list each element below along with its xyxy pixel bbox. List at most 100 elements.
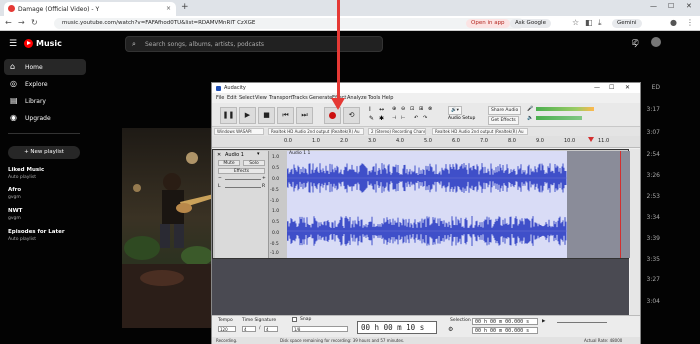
time-signature-denominator[interactable]: 4 (264, 326, 278, 332)
selection-settings-icon[interactable]: ⚙ (448, 326, 453, 333)
search-input[interactable]: ⌕ Search songs, albums, artists, podcast… (125, 36, 383, 52)
skip-end-button[interactable]: ⏭ (296, 107, 313, 124)
gain-slider[interactable] (225, 179, 261, 180)
forward-icon[interactable]: → (18, 18, 25, 27)
silence-icon[interactable]: ⊢ (401, 115, 405, 121)
loop-button[interactable]: ⟲ (343, 107, 360, 124)
url-field[interactable]: music.youtube.com/watch?v=FAFAfhod0TU&li… (54, 18, 524, 29)
stop-button[interactable]: ■ (258, 107, 275, 124)
open-in-app-chip[interactable]: Open in app (466, 19, 510, 28)
sidebar-item-upgrade[interactable]: ◉ Upgrade (4, 110, 86, 126)
new-playlist-button[interactable]: + New playlist (8, 146, 80, 159)
time-display[interactable]: 00 h 00 m 10 s (357, 321, 437, 334)
recording-device-select[interactable]: Realtek HD Audio 2nd output (Realtek(R) … (268, 128, 364, 135)
menu-view[interactable]: View (255, 95, 267, 101)
fit-project-icon[interactable]: ⊞ (419, 106, 423, 112)
extension-icon[interactable]: ◧ (585, 18, 593, 27)
avatar[interactable] (651, 37, 661, 47)
share-audio-button[interactable]: Share Audio (488, 106, 522, 115)
playlist-title[interactable]: Liked Music (8, 167, 44, 173)
playlist-title[interactable]: Episodes for Later (8, 229, 65, 235)
zoom-in-icon[interactable]: ⊕ (392, 106, 396, 112)
menu-file[interactable]: File (216, 95, 224, 101)
play-at-speed-icon[interactable]: ▶ (542, 319, 545, 324)
undo-icon[interactable]: ↶ (414, 115, 418, 121)
menu-select[interactable]: Select (239, 95, 254, 101)
youtube-music-logo-icon[interactable] (24, 39, 33, 48)
audio-host-select[interactable]: Windows WASAPI (214, 128, 264, 135)
playhead-icon[interactable] (588, 137, 594, 142)
effects-button[interactable]: Effects (218, 168, 265, 174)
ask-google-chip[interactable]: Ask Google (510, 19, 551, 28)
track-empty-area[interactable] (212, 259, 629, 315)
snap-checkbox[interactable] (292, 317, 297, 322)
playlist-title[interactable]: Afro (8, 187, 21, 193)
menu-tools[interactable]: Tools (368, 95, 380, 101)
play-speed-slider[interactable] (557, 322, 607, 323)
tempo-input[interactable]: 120 (218, 326, 236, 332)
waveform-area[interactable]: Audio 1 1 (286, 151, 630, 258)
minimize-icon[interactable]: — (594, 84, 600, 91)
pause-button[interactable]: ❚❚ (220, 107, 237, 124)
star-icon[interactable]: ☆ (572, 18, 579, 27)
time-signature-numerator[interactable]: 4 (242, 326, 256, 332)
menu-dots-icon[interactable]: ⋮ (686, 18, 694, 27)
new-tab-button[interactable]: + (181, 2, 189, 12)
brand-name[interactable]: Music (36, 39, 62, 48)
back-icon[interactable]: ← (5, 18, 12, 27)
envelope-tool-icon[interactable]: ↔ (379, 106, 384, 113)
trim-icon[interactable]: ⊣ (392, 115, 396, 121)
playback-device-select[interactable]: Realtek HD Audio 2nd output (Realtek(R) … (432, 128, 528, 135)
profile-icon[interactable]: ● (670, 18, 677, 27)
track-close-icon[interactable]: ✕ (217, 152, 221, 158)
download-icon[interactable]: ⤓ (598, 18, 602, 28)
audio-setup-button[interactable]: 🔊▾ (448, 106, 462, 115)
selection-start[interactable]: 00 h 00 m 00.000 s (472, 318, 538, 325)
selection-tool-icon[interactable]: I (369, 106, 371, 113)
playlist-title[interactable]: NWT (8, 208, 22, 214)
solo-button[interactable]: Solo (243, 160, 265, 166)
menu-analyze[interactable]: Analyze (347, 95, 367, 101)
multi-tool-icon[interactable]: ✱ (379, 115, 384, 122)
close-window-icon[interactable]: ✕ (625, 84, 630, 91)
play-button[interactable]: ▶ (239, 107, 256, 124)
pan-slider[interactable] (225, 187, 261, 188)
menu-help[interactable]: Help (382, 95, 393, 101)
record-meter[interactable] (536, 107, 594, 111)
mute-button[interactable]: Mute (218, 160, 240, 166)
close-window-icon[interactable]: ✕ (686, 2, 692, 10)
sidebar-item-home[interactable]: ⌂ Home (4, 59, 86, 75)
gemini-chip[interactable]: Gemini (612, 19, 642, 28)
reload-icon[interactable]: ↻ (31, 18, 38, 27)
fit-selection-icon[interactable]: ⊡ (410, 106, 414, 112)
draw-tool-icon[interactable]: ✎ (369, 115, 374, 122)
zoom-toggle-icon[interactable]: ⊗ (428, 106, 432, 112)
redo-icon[interactable]: ↷ (423, 115, 427, 121)
recording-channels-select[interactable]: 2 (Stereo) Recording Chann (368, 128, 426, 135)
snap-select[interactable]: 1/8 (292, 326, 348, 332)
menu-edit[interactable]: Edit (227, 95, 237, 101)
skip-start-button[interactable]: ⏮ (277, 107, 294, 124)
maximize-icon[interactable]: ☐ (668, 2, 674, 10)
video-player[interactable] (122, 128, 218, 328)
selection-end[interactable]: 00 h 00 m 00.000 s (472, 327, 538, 334)
more-icon[interactable]: › (634, 41, 638, 51)
track-name[interactable]: Audio 1 (225, 152, 244, 158)
menu-generate[interactable]: Generate (309, 95, 332, 101)
playback-meter[interactable] (536, 116, 582, 120)
track-menu-icon[interactable]: ▾ (257, 151, 260, 157)
menu-tracks[interactable]: Tracks (292, 95, 308, 101)
maximize-icon[interactable]: ☐ (609, 84, 614, 91)
get-effects-button[interactable]: Get Effects (488, 116, 519, 125)
waveform-clip[interactable]: Audio 1 1 (286, 151, 567, 258)
browser-tab[interactable]: Damage (Official Video) - Y × (4, 2, 176, 16)
sidebar-item-library[interactable]: ▤ Library (4, 93, 86, 109)
timeline-ruler[interactable]: 0.0 1.0 2.0 3.0 4.0 5.0 6.0 7.0 8.0 9.0 … (212, 136, 640, 148)
hamburger-menu-icon[interactable]: ☰ (9, 39, 17, 49)
vertical-scrollbar[interactable] (630, 149, 640, 315)
minimize-icon[interactable]: — (650, 2, 657, 10)
zoom-out-icon[interactable]: ⊖ (401, 106, 405, 112)
sidebar-item-explore[interactable]: ◎ Explore (4, 76, 86, 92)
close-tab-icon[interactable]: × (166, 5, 171, 12)
menu-transport[interactable]: Transport (269, 95, 292, 101)
